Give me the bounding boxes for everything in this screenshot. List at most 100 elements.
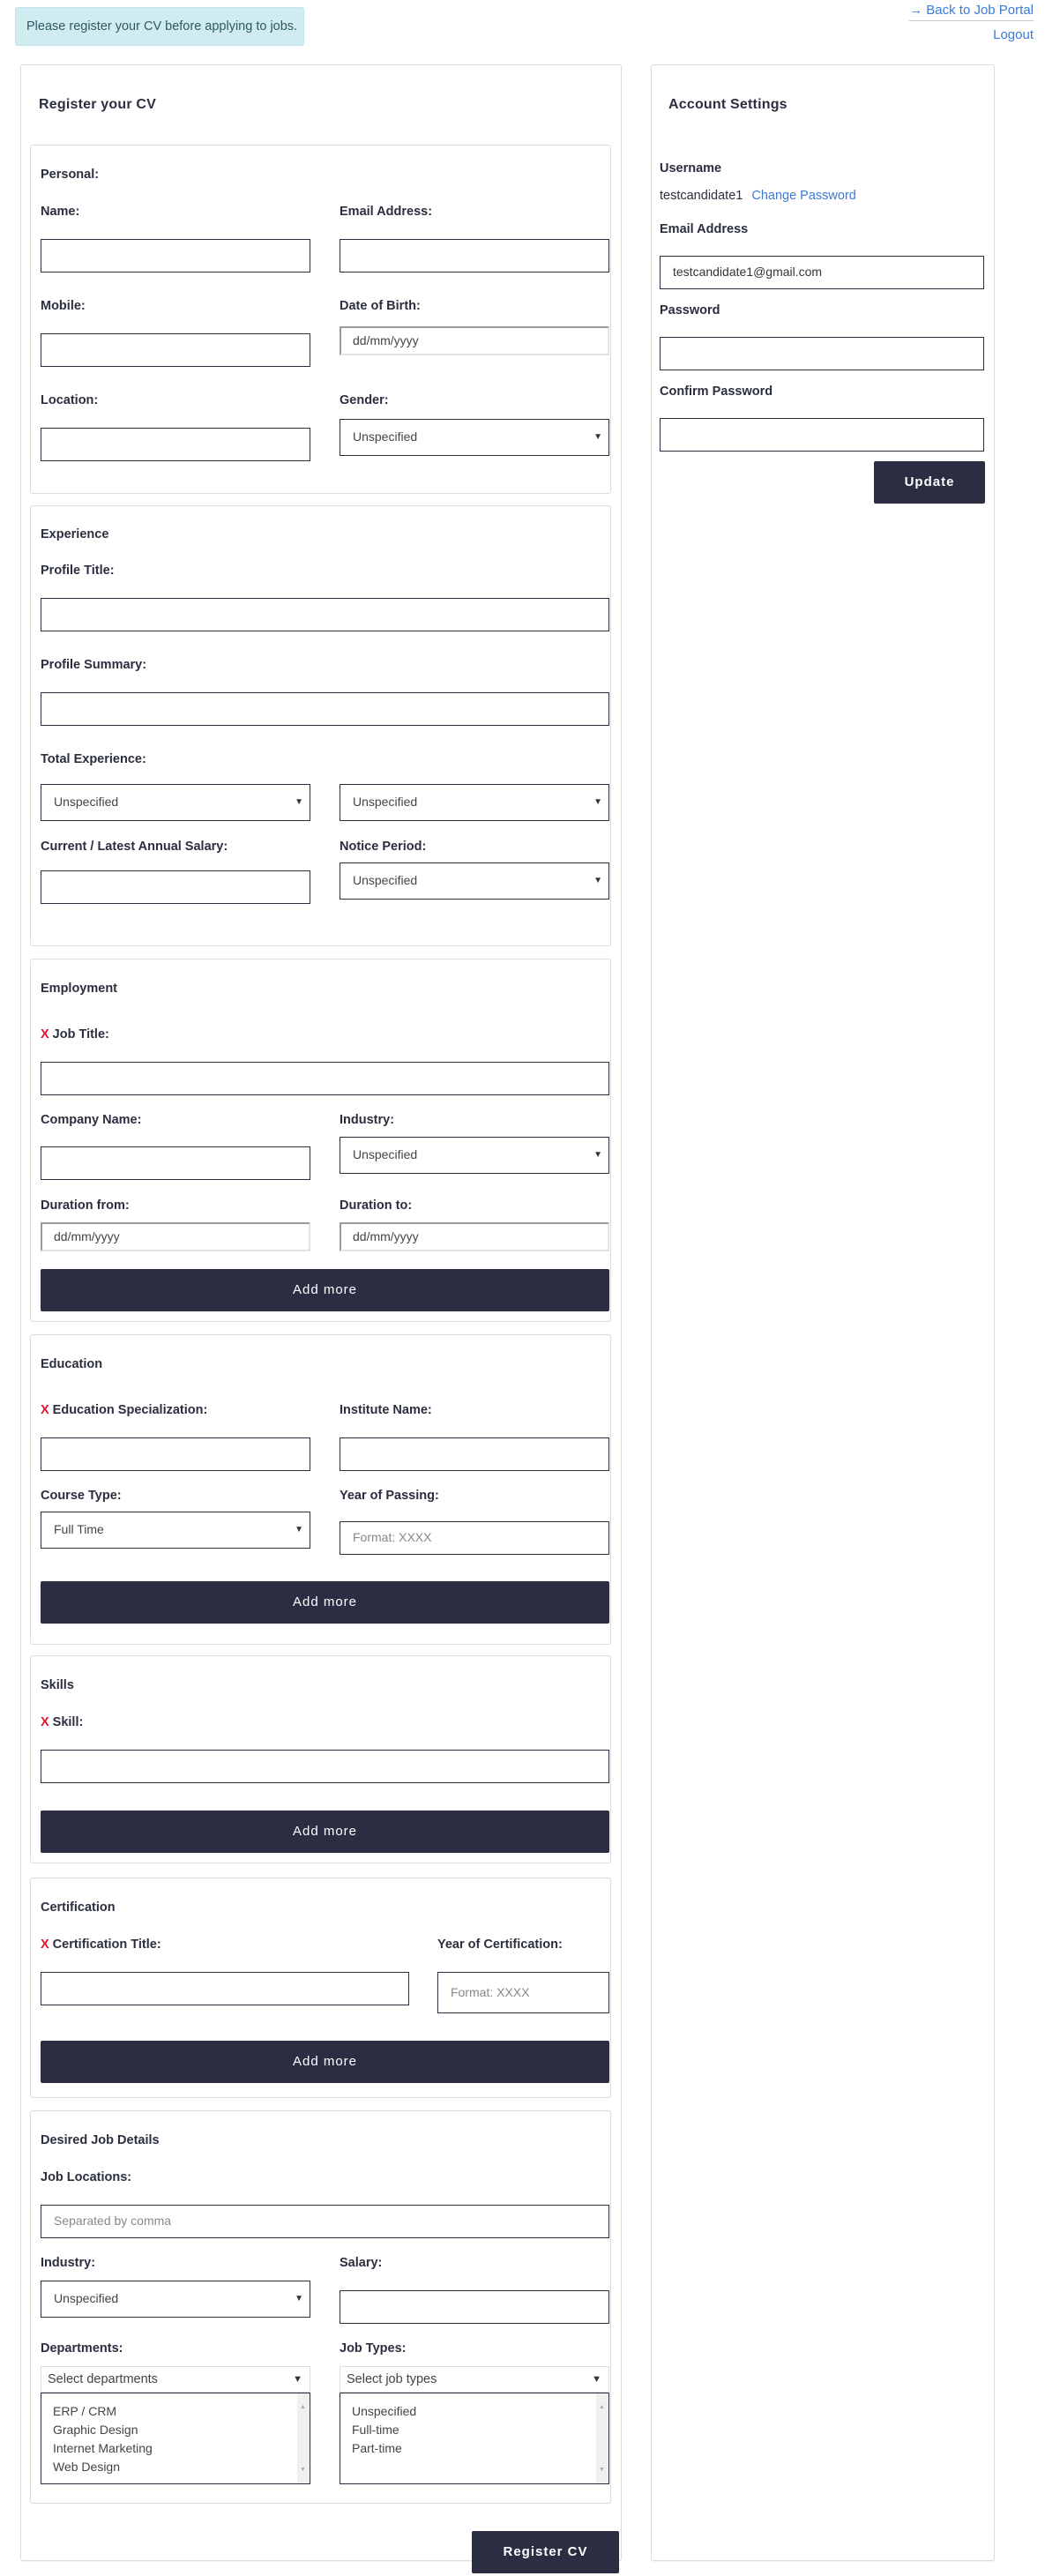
duration-to-label: Duration to: — [340, 1198, 413, 1213]
profile-summary-label: Profile Summary: — [41, 658, 147, 672]
job-title-input[interactable] — [41, 1062, 609, 1095]
dob-input[interactable]: dd/mm/yyyy — [340, 326, 609, 355]
job-types-list[interactable]: Unspecified Full-time Part-time ▲ ▼ — [340, 2393, 609, 2484]
skill-input[interactable] — [41, 1750, 609, 1783]
required-mark: X — [41, 1027, 49, 1042]
departments-multiselect-header[interactable]: Select departments ▼ — [41, 2366, 310, 2393]
profile-title-input[interactable] — [41, 598, 609, 631]
scroll-down-icon[interactable]: ▼ — [599, 2460, 605, 2479]
experience-section: Experience Profile Title: Profile Summar… — [30, 505, 611, 946]
employment-industry-value: Unspecified — [353, 1147, 418, 1161]
education-section: Education X Education Specialization: Ins… — [30, 1334, 611, 1645]
job-types-option[interactable]: Full-time — [352, 2421, 608, 2439]
course-type-select[interactable]: Full Time ▼ — [41, 1512, 310, 1549]
duration-from-input[interactable]: dd/mm/yyyy — [41, 1222, 310, 1251]
caret-down-icon: ▼ — [293, 2374, 302, 2385]
experience-months-select[interactable]: Unspecified ▼ — [340, 784, 609, 821]
certification-section: Certification X Certification Title: Year… — [30, 1878, 611, 2098]
change-password-link[interactable]: Change Password — [751, 189, 856, 203]
experience-years-value: Unspecified — [54, 795, 119, 809]
job-types-option[interactable]: Part-time — [352, 2439, 608, 2458]
dob-label: Date of Birth: — [340, 299, 421, 313]
departments-option[interactable]: ERP / CRM — [53, 2402, 310, 2421]
account-email-input[interactable]: testcandidate1@gmail.com — [660, 256, 984, 289]
desired-job-section: Desired Job Details Job Locations: Separ… — [30, 2110, 611, 2504]
email-input[interactable] — [340, 239, 609, 273]
departments-list[interactable]: ERP / CRM Graphic Design Internet Market… — [41, 2393, 310, 2484]
name-input[interactable] — [41, 239, 310, 273]
institute-name-label: Institute Name: — [340, 1403, 432, 1417]
job-types-scrollbar[interactable]: ▲ ▼ — [596, 2393, 608, 2483]
account-confirm-password-input[interactable] — [660, 418, 984, 452]
notice-period-value: Unspecified — [353, 873, 418, 887]
username-label: Username — [660, 161, 722, 175]
scroll-up-icon[interactable]: ▲ — [599, 2398, 605, 2416]
account-password-input[interactable] — [660, 337, 984, 370]
location-input[interactable] — [41, 428, 310, 461]
job-locations-input[interactable]: Separated by comma — [41, 2205, 609, 2238]
departments-option[interactable]: Web Design — [53, 2458, 310, 2476]
year-of-passing-label: Year of Passing: — [340, 1489, 439, 1503]
profile-summary-input[interactable] — [41, 692, 609, 726]
departments-scrollbar[interactable]: ▲ ▼ — [297, 2393, 310, 2483]
experience-years-select[interactable]: Unspecified ▼ — [41, 784, 310, 821]
salary-input[interactable] — [41, 870, 310, 904]
mobile-label: Mobile: — [41, 299, 86, 313]
account-settings-title: Account Settings — [668, 97, 787, 112]
experience-months-value: Unspecified — [353, 795, 418, 809]
departments-option[interactable]: Internet Marketing — [53, 2439, 310, 2458]
account-password-label: Password — [660, 303, 720, 317]
register-cv-button[interactable]: Register CV — [472, 2531, 619, 2573]
year-of-certification-label: Year of Certification: — [437, 1938, 563, 1952]
institute-name-input[interactable] — [340, 1437, 609, 1471]
departments-label: Departments: — [41, 2341, 123, 2356]
job-types-multiselect-header[interactable]: Select job types ▼ — [340, 2366, 609, 2393]
employment-industry-select[interactable]: Unspecified ▼ — [340, 1137, 609, 1174]
education-add-more-button[interactable]: Add more — [41, 1581, 609, 1624]
chevron-down-icon: ▼ — [593, 432, 602, 442]
required-mark: X — [41, 1715, 49, 1729]
year-of-certification-input[interactable]: Format: XXXX — [437, 1972, 609, 2013]
duration-to-input[interactable]: dd/mm/yyyy — [340, 1222, 609, 1251]
chevron-down-icon: ▼ — [295, 1525, 303, 1534]
job-types-option[interactable]: Unspecified — [352, 2402, 608, 2421]
scroll-up-icon[interactable]: ▲ — [300, 2398, 306, 2416]
desired-salary-input[interactable] — [340, 2290, 609, 2324]
duration-from-label: Duration from: — [41, 1198, 130, 1213]
certification-add-more-button[interactable]: Add more — [41, 2041, 609, 2083]
certification-title: Certification — [41, 1900, 116, 1915]
back-to-job-portal-link[interactable]: → Back to Job Portal — [909, 2, 1034, 21]
job-types-placeholder: Select job types — [347, 2372, 437, 2386]
update-button[interactable]: Update — [874, 461, 985, 504]
gender-select[interactable]: Unspecified ▼ — [340, 419, 609, 456]
mobile-input[interactable] — [41, 333, 310, 367]
account-email-label: Email Address — [660, 222, 749, 236]
notice-period-label: Notice Period: — [340, 840, 427, 854]
gender-label: Gender: — [340, 393, 389, 407]
company-name-input[interactable] — [41, 1146, 310, 1180]
logout-link[interactable]: Logout — [909, 24, 1034, 47]
education-title: Education — [41, 1357, 103, 1371]
desired-industry-select[interactable]: Unspecified ▼ — [41, 2281, 310, 2318]
chevron-down-icon: ▼ — [593, 797, 602, 807]
chevron-down-icon: ▼ — [593, 1150, 602, 1160]
departments-option[interactable]: Graphic Design — [53, 2421, 310, 2439]
scroll-down-icon[interactable]: ▼ — [300, 2460, 306, 2479]
notice-period-select[interactable]: Unspecified ▼ — [340, 862, 609, 900]
job-title-label: X Job Title: — [41, 1027, 109, 1042]
skills-add-more-button[interactable]: Add more — [41, 1811, 609, 1853]
education-specialization-input[interactable] — [41, 1437, 310, 1471]
certification-title-input[interactable] — [41, 1972, 409, 2005]
salary-label: Current / Latest Annual Salary: — [41, 840, 228, 854]
course-type-label: Course Type: — [41, 1489, 122, 1503]
employment-add-more-button[interactable]: Add more — [41, 1269, 609, 1311]
chevron-down-icon: ▼ — [295, 2294, 303, 2303]
chevron-down-icon: ▼ — [295, 797, 303, 807]
job-types-label: Job Types: — [340, 2341, 407, 2356]
desired-salary-label: Salary: — [340, 2256, 383, 2270]
education-specialization-label: X Education Specialization: — [41, 1403, 208, 1417]
experience-title: Experience — [41, 527, 109, 541]
employment-title: Employment — [41, 982, 118, 996]
year-of-passing-input[interactable]: Format: XXXX — [340, 1521, 609, 1555]
required-mark: X — [41, 1403, 49, 1417]
